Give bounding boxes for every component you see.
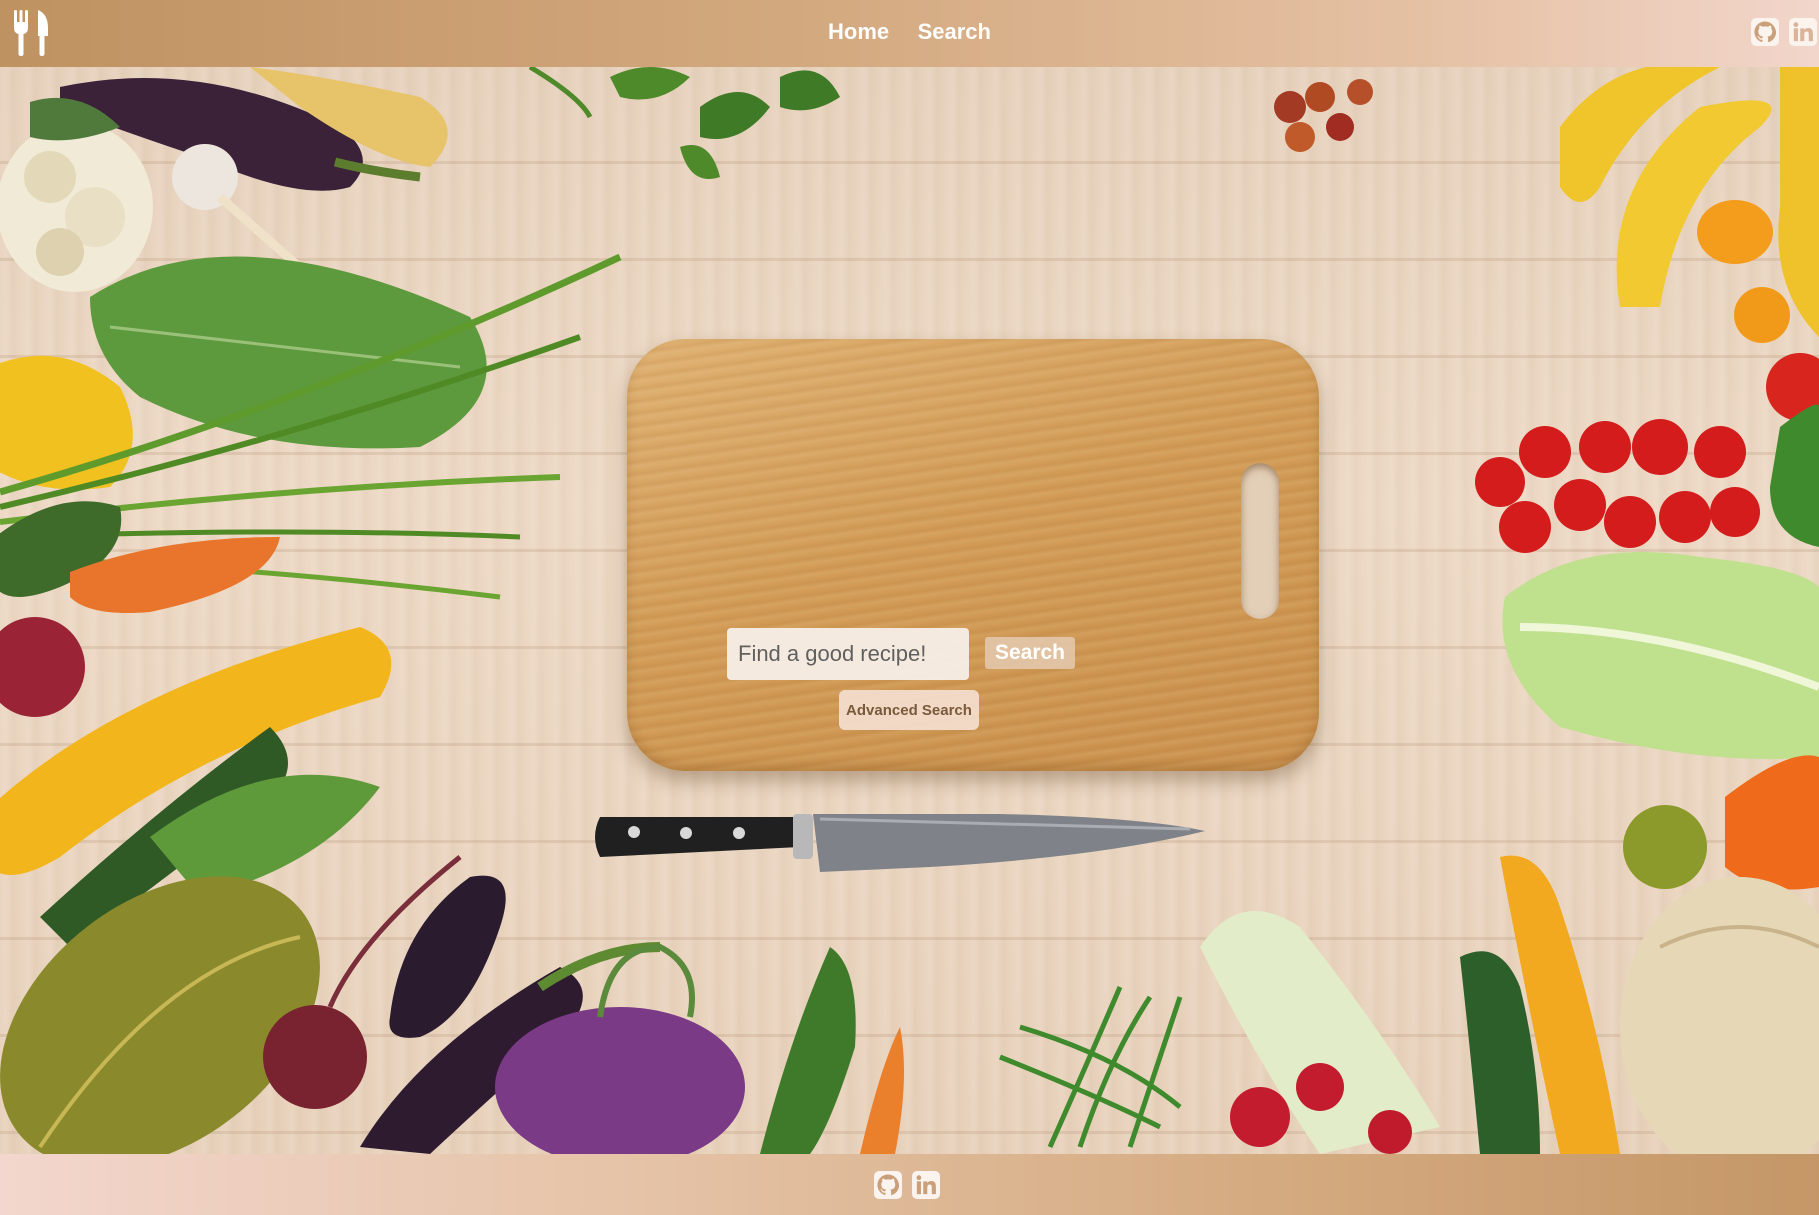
header-social-links [1751, 18, 1817, 46]
github-icon[interactable] [874, 1171, 902, 1199]
github-icon[interactable] [1751, 18, 1779, 46]
recipe-search-input[interactable] [727, 628, 969, 680]
recipe-home-page: Home Search Find a good recipe! Search A… [0, 0, 1819, 1215]
nav-home-link[interactable]: Home [828, 19, 889, 45]
footer-social-links [874, 1171, 940, 1199]
cutting-board-handle [1241, 463, 1279, 619]
linkedin-icon[interactable] [1789, 18, 1817, 46]
top-nav-bar: Home Search [0, 0, 1819, 67]
main-nav: Home Search [0, 19, 1819, 45]
linkedin-icon[interactable] [912, 1171, 940, 1199]
page-footer [0, 1154, 1819, 1215]
advanced-search-button[interactable]: Advanced Search [839, 690, 979, 730]
search-button[interactable]: Search [985, 637, 1075, 669]
hero-kitchen-background: Search Advanced Search [0, 67, 1819, 1154]
nav-search-link[interactable]: Search [918, 19, 991, 45]
